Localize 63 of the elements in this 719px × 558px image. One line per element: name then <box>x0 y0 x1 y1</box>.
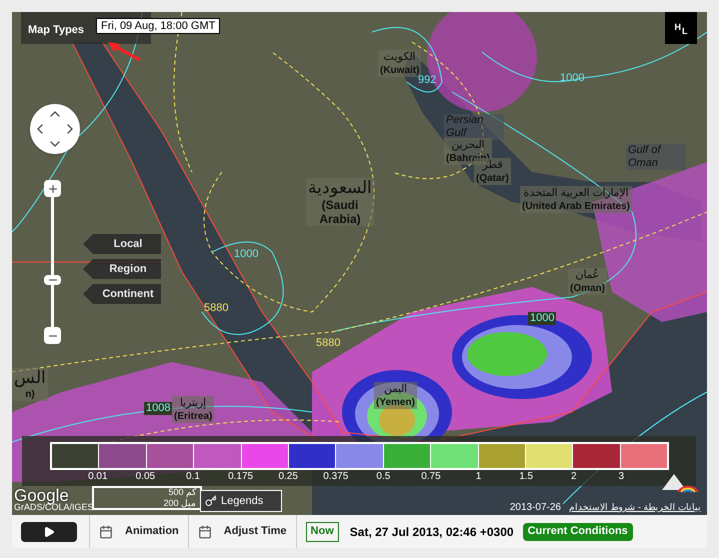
map-terms-link[interactable]: بيانات الخريطة - شروط الاستخدام <box>567 500 703 514</box>
country-arabic-label: البحرين <box>451 138 484 152</box>
legend-value: 1.5 <box>519 470 534 484</box>
current-datetime: Sat, 27 Jul 2013, 02:46 +0300 <box>350 524 514 540</box>
legend-value: 0.375 <box>323 470 348 484</box>
country-label: (Qatar) <box>476 172 509 185</box>
calendar-icon <box>99 524 113 538</box>
current-conditions-button[interactable]: Current Conditions <box>522 522 633 540</box>
map-scale-button[interactable]: Region <box>83 259 161 279</box>
country-label: (Yemen) <box>376 396 415 409</box>
country-label: n) <box>25 388 35 401</box>
map-logo: Google <box>14 487 69 504</box>
scale-km-label: 500 كم <box>168 488 196 497</box>
legend-value: 2 <box>570 470 577 484</box>
country-label: (Eritrea) <box>174 410 212 423</box>
legend-value: 0.75 <box>421 470 441 484</box>
plus-icon <box>46 182 58 194</box>
sea-label: Gulf of Oman <box>626 144 686 170</box>
country-arabic-label: اليمن <box>384 382 407 396</box>
legend-value: 0.25 <box>278 470 298 484</box>
isobar-label: 992 <box>418 74 436 87</box>
isobar-label: 5880 <box>204 302 228 315</box>
zoom-out-button[interactable] <box>44 327 61 344</box>
country-arabic-label: السعودية <box>308 178 372 198</box>
zoom-slider-handle[interactable] <box>44 275 61 285</box>
legend-value: 0.175 <box>228 470 254 484</box>
country-arabic-label: عُمان <box>576 268 600 282</box>
country-arabic-label: إريتريا <box>180 396 206 410</box>
low-label: L <box>682 25 688 38</box>
isobar-label: 1000 <box>234 248 258 261</box>
play-icon <box>43 526 55 538</box>
isobar-label: 1000 <box>528 312 556 325</box>
calendar-icon <box>198 524 212 538</box>
map-scale-button[interactable]: Local <box>83 234 161 254</box>
play-button[interactable] <box>21 522 77 542</box>
country-label: (Kuwait) <box>380 64 420 76</box>
isobar-label: 1008 <box>144 402 172 415</box>
now-button[interactable]: Now <box>306 522 339 542</box>
sea-label: Persian Gulf <box>444 114 504 140</box>
legend-value: 1 <box>476 470 482 484</box>
map-types-button[interactable]: Map Types <box>28 22 84 38</box>
high-label: H <box>674 21 681 34</box>
zoom-in-button[interactable] <box>44 180 61 197</box>
map-date: 2013-07-26 <box>508 500 563 515</box>
forecast-time-label: Fri, 09 Aug, 18:00 GMT <box>96 18 220 34</box>
legends-button[interactable]: Legends <box>200 490 282 512</box>
adjust-time-button[interactable]: Adjust Time <box>188 515 296 548</box>
legend-value: 3 <box>618 470 624 484</box>
pressure-toggle-button[interactable]: H L <box>665 12 697 44</box>
isobar-label: 5880 <box>316 337 340 350</box>
scale-miles-label: 200 ميل <box>163 499 196 508</box>
country-label: (Saudi Arabia) <box>318 198 362 226</box>
legend-value: 0.05 <box>136 470 156 484</box>
data-credit: GrADS/COLA/IGES <box>14 503 94 512</box>
pointer-arrow-icon <box>106 40 142 62</box>
legend-value: 0.01 <box>88 470 108 484</box>
map-scale-button[interactable]: Continent <box>83 284 161 304</box>
key-icon <box>205 495 217 507</box>
country-arabic-label: الس <box>14 368 46 388</box>
country-arabic-label: الكويت <box>384 50 416 64</box>
legend-value: 0.5 <box>376 470 390 484</box>
legend-value: 0.1 <box>186 470 200 484</box>
animation-button[interactable]: Animation <box>90 515 188 548</box>
